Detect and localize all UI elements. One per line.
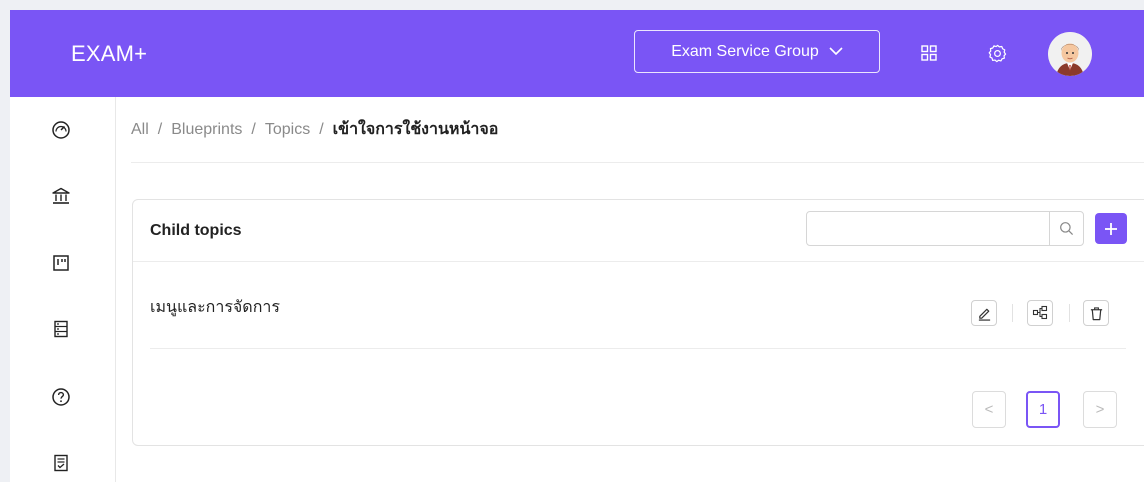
search-icon	[1059, 221, 1074, 236]
help-question-icon[interactable]	[50, 386, 72, 408]
card-title: Child topics	[150, 222, 242, 239]
plus-icon	[1104, 222, 1118, 236]
group-select-label: Exam Service Group	[671, 42, 819, 60]
delete-button[interactable]	[1083, 300, 1109, 326]
institution-bank-icon[interactable]	[50, 185, 72, 207]
exam-paper-icon[interactable]	[50, 452, 72, 474]
list-document-icon[interactable]	[50, 318, 72, 340]
sub-topics-button[interactable]	[1027, 300, 1053, 326]
group-select-dropdown[interactable]: Exam Service Group	[634, 30, 880, 73]
breadcrumb-separator: /	[251, 120, 256, 138]
top-header: EXAM+ Exam Service Group	[10, 10, 1144, 97]
board-icon[interactable]	[50, 252, 72, 274]
apps-grid-icon[interactable]	[919, 43, 939, 63]
add-topic-button[interactable]	[1095, 213, 1127, 244]
pagination-prev-button[interactable]: <	[972, 391, 1006, 428]
action-divider	[1069, 304, 1070, 322]
edit-pencil-icon	[977, 306, 992, 321]
breadcrumb-item-all[interactable]: All	[131, 121, 149, 139]
chevron-down-icon	[829, 47, 843, 56]
child-topics-card: Child topics เมนูและการจัดการ < 1 >	[132, 199, 1144, 446]
pagination-next-button[interactable]: >	[1083, 391, 1117, 428]
sub-topics-tree-icon	[1032, 305, 1048, 321]
breadcrumb-current: เข้าใจการใช้งานหน้าจอ	[332, 121, 499, 138]
breadcrumb-separator: /	[319, 120, 324, 138]
breadcrumb-item-blueprints[interactable]: Blueprints	[171, 121, 242, 139]
card-header: Child topics	[133, 200, 1144, 262]
sidebar	[10, 97, 116, 482]
pagination-page-1[interactable]: 1	[1026, 391, 1060, 428]
delete-trash-icon	[1089, 306, 1104, 321]
edit-button[interactable]	[971, 300, 997, 326]
breadcrumb-separator: /	[157, 120, 163, 138]
search-input[interactable]	[807, 212, 1049, 245]
search-button[interactable]	[1049, 212, 1083, 245]
list-item: เมนูและการจัดการ	[150, 262, 1126, 349]
breadcrumb: All / Blueprints / Topics / เข้าใจการใช้…	[131, 97, 1144, 163]
search-box	[806, 211, 1084, 246]
app-logo[interactable]: EXAM+	[71, 10, 147, 97]
dashboard-gauge-icon[interactable]	[50, 119, 72, 141]
app-window: EXAM+ Exam Service Group All / Blueprint…	[10, 10, 1144, 482]
action-divider	[1012, 304, 1013, 322]
topic-label[interactable]: เมนูและการจัดการ	[150, 258, 280, 358]
breadcrumb-item-topics[interactable]: Topics	[265, 121, 310, 139]
user-avatar[interactable]	[1048, 32, 1092, 76]
settings-gear-icon[interactable]	[987, 43, 1007, 63]
